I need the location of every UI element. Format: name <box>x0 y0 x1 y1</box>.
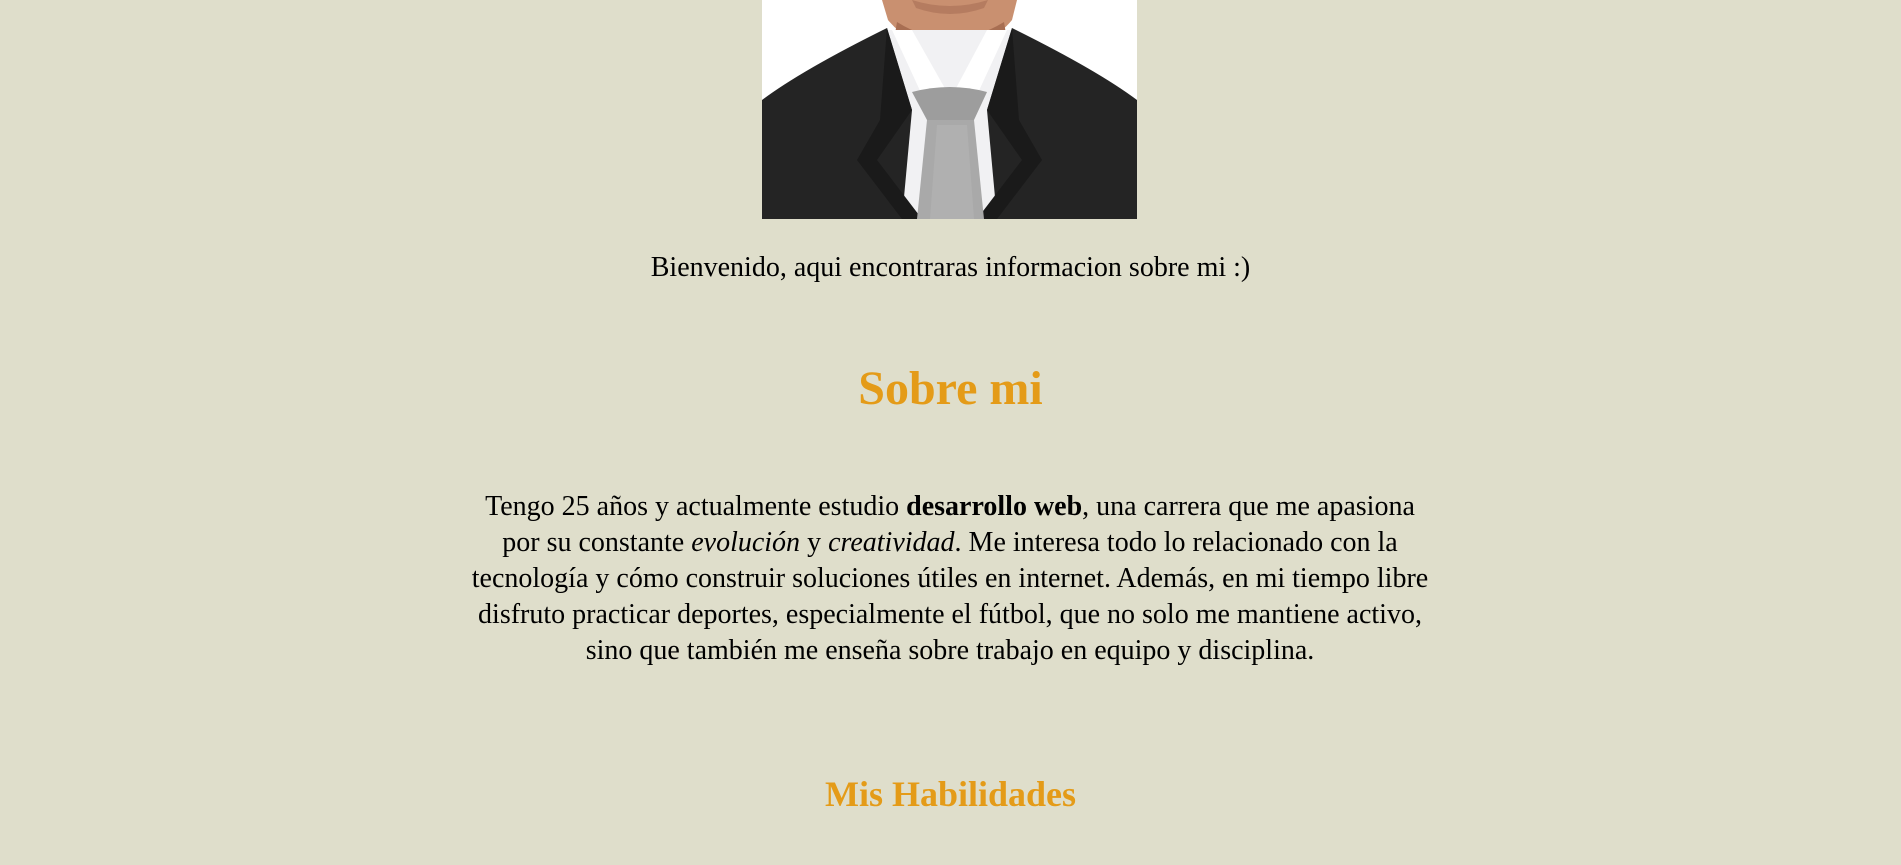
about-text-3: y <box>800 527 829 558</box>
about-em-creativity: creatividad <box>828 527 955 558</box>
welcome-text: Bienvenido, aqui encontraras informacion… <box>650 252 1251 283</box>
skills-title: Mis Habilidades <box>824 774 1077 814</box>
about-paragraph: Tengo 25 años y actualmente estudio desa… <box>470 489 1430 669</box>
about-text-1: Tengo 25 años y actualmente estudio <box>485 491 907 522</box>
profile-photo <box>762 0 1137 219</box>
about-title: Sobre mi <box>858 362 1043 415</box>
about-strong-web-dev: desarrollo web <box>906 491 1083 522</box>
about-em-evolution: evolución <box>691 527 801 558</box>
